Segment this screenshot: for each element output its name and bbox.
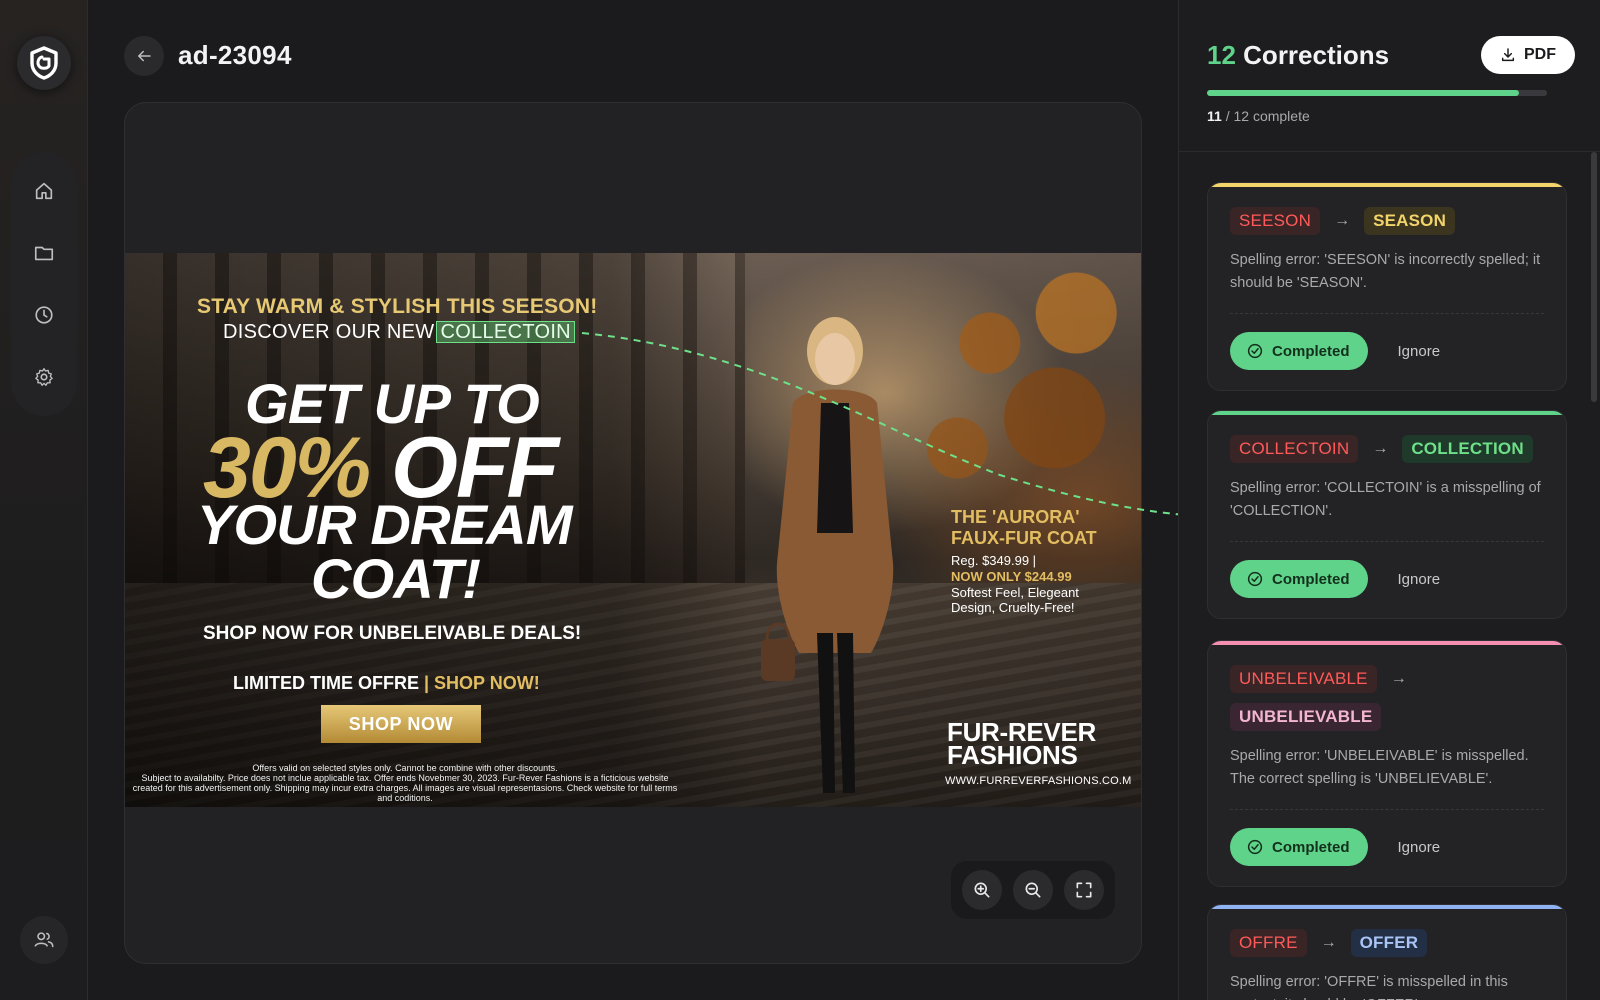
error-highlight[interactable]: COLLECTOIN bbox=[436, 321, 575, 343]
ad-headline-2: YOUR DREAM bbox=[197, 493, 572, 556]
ad-shop-now-button: SHOP NOW bbox=[321, 705, 481, 743]
sidebar-item-home[interactable] bbox=[22, 169, 66, 213]
ad-limited-text: LIMITED TIME OFFRE | SHOP NOW! bbox=[233, 673, 540, 694]
ad-tagline: STAY WARM & STYLISH THIS SEESON! bbox=[197, 295, 598, 318]
ad-brand-line-2: FASHIONS bbox=[947, 740, 1078, 770]
correction-card[interactable]: SEESON → SEASON Spelling error: 'SEESON'… bbox=[1207, 182, 1567, 391]
zoom-controls bbox=[951, 861, 1115, 919]
sidebar-nav bbox=[11, 152, 77, 416]
fullscreen-button[interactable] bbox=[1063, 870, 1104, 910]
error-word: COLLECTOIN bbox=[1230, 435, 1359, 463]
correction-description: Spelling error: 'COLLECTOIN' is a misspe… bbox=[1230, 480, 1541, 519]
ad-product-name-1: THE 'AURORA' bbox=[951, 507, 1080, 527]
progress-fill bbox=[1207, 90, 1519, 96]
preview-canvas: STAY WARM & STYLISH THIS SEESON! DISCOVE… bbox=[124, 102, 1142, 964]
ad-limited-label: LIMITED TIME OFFRE bbox=[233, 673, 419, 693]
ad-product-info: THE 'AURORA' FAUX-FUR COAT Reg. $349.99 … bbox=[951, 507, 1131, 615]
check-circle-icon bbox=[1247, 343, 1263, 359]
correction-card[interactable]: UNBELEIVABLE → UNBELIEVABLE Spelling err… bbox=[1207, 640, 1567, 887]
fix-word: OFFER bbox=[1350, 929, 1428, 957]
fix-word: SEASON bbox=[1364, 207, 1456, 235]
error-word: OFFRE bbox=[1230, 929, 1307, 957]
clock-icon bbox=[35, 306, 53, 324]
ad-limited-cta: SHOP NOW! bbox=[434, 673, 540, 693]
zoom-out-icon bbox=[1025, 882, 1041, 898]
completed-button[interactable]: Completed bbox=[1230, 332, 1368, 370]
completed-label: Completed bbox=[1272, 342, 1350, 360]
ignore-button[interactable]: Ignore bbox=[1398, 571, 1441, 588]
error-word: UNBELEIVABLE bbox=[1230, 665, 1377, 693]
pdf-label: PDF bbox=[1524, 46, 1556, 63]
arrow-right-icon: → bbox=[1320, 934, 1337, 951]
arrow-left-icon bbox=[138, 50, 151, 62]
fullscreen-icon bbox=[1076, 882, 1092, 898]
corrections-panel: 12 Corrections PDF 11 / 12 complete SEES… bbox=[1178, 0, 1600, 1000]
ad-limited-separator: | bbox=[419, 673, 435, 693]
download-pdf-button[interactable]: PDF bbox=[1481, 36, 1575, 74]
ad-fine-print-line: created for this advertisement only. Shi… bbox=[132, 783, 678, 803]
ad-deals-text: SHOP NOW FOR UNBELEIVABLE DEALS! bbox=[203, 623, 582, 644]
correction-description: Spelling error: 'SEESON' is incorrectly … bbox=[1230, 252, 1541, 291]
ad-fine-print-line: Offers valid on selected styles only. Ca… bbox=[252, 763, 558, 773]
completed-button[interactable]: Completed bbox=[1230, 560, 1368, 598]
progress-label: 11 / 12 complete bbox=[1207, 108, 1310, 124]
ad-url: WWW.FURREVERFASHIONS.CO.M bbox=[945, 775, 1132, 787]
ad-subline-text: DISCOVER OUR NEW bbox=[223, 321, 435, 343]
app-logo[interactable] bbox=[17, 36, 71, 90]
check-circle-icon bbox=[1247, 839, 1263, 855]
users-icon bbox=[34, 932, 54, 948]
ad-headline-3: COAT! bbox=[311, 547, 481, 610]
back-button[interactable] bbox=[124, 36, 164, 76]
ad-fine-print: Offers valid on selected styles only. Ca… bbox=[125, 763, 685, 803]
arrow-right-icon: → bbox=[1390, 670, 1407, 687]
completed-button[interactable]: Completed bbox=[1230, 828, 1368, 866]
corrections-title: 12 Corrections bbox=[1207, 40, 1389, 71]
home-icon bbox=[35, 182, 53, 200]
left-sidebar bbox=[0, 0, 88, 1000]
correction-card[interactable]: OFFRE → OFFER Spelling error: 'OFFRE' is… bbox=[1207, 904, 1567, 1000]
ad-fine-print-line: Subject to availabilty. Price does not i… bbox=[141, 773, 669, 783]
sidebar-item-history[interactable] bbox=[22, 293, 66, 337]
zoom-in-button[interactable] bbox=[962, 870, 1003, 910]
check-circle-icon bbox=[1247, 571, 1263, 587]
sidebar-item-settings[interactable] bbox=[22, 355, 66, 399]
model-figure bbox=[761, 317, 894, 793]
ignore-button[interactable]: Ignore bbox=[1398, 839, 1441, 856]
correction-card[interactable]: COLLECTOIN → COLLECTION Spelling error: … bbox=[1207, 410, 1567, 619]
error-word: SEESON bbox=[1230, 207, 1321, 235]
corrections-count: 12 bbox=[1207, 40, 1236, 70]
ad-subline: DISCOVER OUR NEW COLLECTOIN bbox=[223, 321, 575, 344]
completed-label: Completed bbox=[1272, 570, 1350, 588]
sidebar-item-files[interactable] bbox=[22, 231, 66, 275]
progress-bar bbox=[1207, 90, 1547, 96]
zoom-in-icon bbox=[974, 882, 990, 898]
progress-total: / 12 complete bbox=[1221, 108, 1310, 124]
panel-scrollbar[interactable] bbox=[1591, 152, 1597, 402]
zoom-out-button[interactable] bbox=[1012, 870, 1053, 910]
completed-label: Completed bbox=[1272, 838, 1350, 856]
download-icon bbox=[1501, 48, 1515, 62]
ad-brand-logo: FUR-REVER FASHIONS bbox=[947, 719, 1096, 770]
ad-features-1: Softest Feel, Elegeant bbox=[951, 585, 1079, 600]
fix-word: UNBELIEVABLE bbox=[1230, 703, 1382, 731]
folder-icon bbox=[34, 246, 54, 261]
ad-product-name-2: FAUX-FUR COAT bbox=[951, 528, 1097, 548]
logo-g-icon bbox=[30, 46, 58, 80]
fix-word: COLLECTION bbox=[1402, 435, 1533, 463]
corrections-header: 12 Corrections PDF 11 / 12 complete bbox=[1179, 0, 1600, 152]
users-button[interactable] bbox=[20, 916, 68, 964]
ad-sale-price: NOW ONLY $244.99 bbox=[951, 569, 1072, 584]
correction-description: Spelling error: 'UNBELEIVABLE' is misspe… bbox=[1230, 748, 1529, 787]
gear-icon bbox=[35, 368, 53, 386]
corrections-title-text: Corrections bbox=[1243, 40, 1390, 70]
page-title: ad-23094 bbox=[178, 40, 292, 70]
progress-done: 11 bbox=[1207, 108, 1222, 124]
ignore-button[interactable]: Ignore bbox=[1398, 343, 1441, 360]
correction-description: Spelling error: 'OFFRE' is misspelled in… bbox=[1230, 974, 1508, 1000]
ad-features-2: Design, Cruelty-Free! bbox=[951, 600, 1075, 615]
arrow-right-icon: → bbox=[1334, 212, 1351, 229]
arrow-right-icon: → bbox=[1372, 440, 1389, 457]
ad-image: STAY WARM & STYLISH THIS SEESON! DISCOVE… bbox=[125, 253, 1141, 807]
ad-regular-price: Reg. $349.99 | bbox=[951, 553, 1037, 568]
